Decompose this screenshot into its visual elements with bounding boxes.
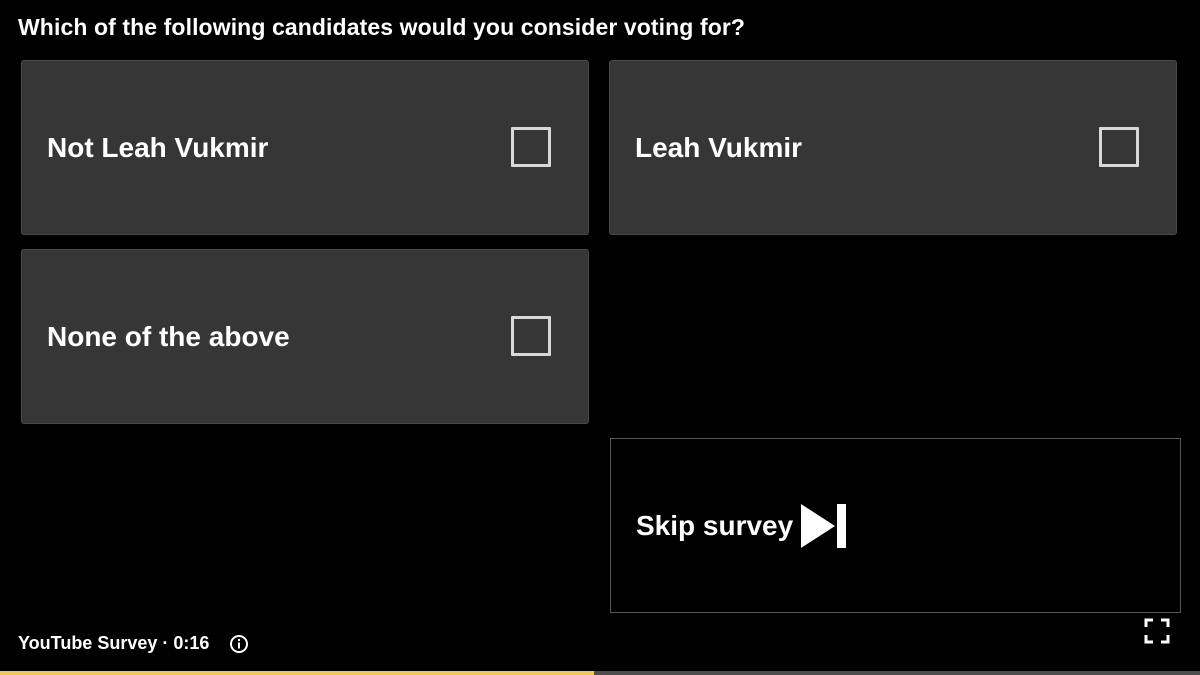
checkbox[interactable] bbox=[511, 315, 551, 356]
survey-timer: 0:16 bbox=[173, 633, 210, 653]
progress-bar-fill bbox=[0, 671, 594, 675]
skip-survey-button[interactable]: Skip survey bbox=[610, 438, 1181, 613]
option-label: None of the above bbox=[47, 320, 290, 352]
skip-next-icon bbox=[801, 504, 846, 548]
checkbox[interactable] bbox=[1099, 126, 1139, 167]
option-not-leah-vukmir[interactable]: Not Leah Vukmir bbox=[21, 60, 589, 235]
skip-survey-label: Skip survey bbox=[636, 509, 794, 541]
separator: · bbox=[162, 633, 169, 653]
survey-source: YouTube Survey bbox=[18, 633, 158, 653]
survey-footer: YouTube Survey · 0:16 bbox=[18, 633, 249, 654]
checkbox[interactable] bbox=[511, 126, 551, 167]
option-label: Leah Vukmir bbox=[635, 131, 803, 163]
survey-question: Which of the following candidates would … bbox=[18, 14, 746, 40]
info-icon[interactable] bbox=[229, 634, 249, 654]
option-leah-vukmir[interactable]: Leah Vukmir bbox=[609, 60, 1177, 235]
progress-bar bbox=[0, 671, 1200, 675]
option-label: Not Leah Vukmir bbox=[47, 131, 269, 163]
option-none-of-the-above[interactable]: None of the above bbox=[21, 249, 589, 424]
fullscreen-icon[interactable] bbox=[1144, 618, 1170, 644]
